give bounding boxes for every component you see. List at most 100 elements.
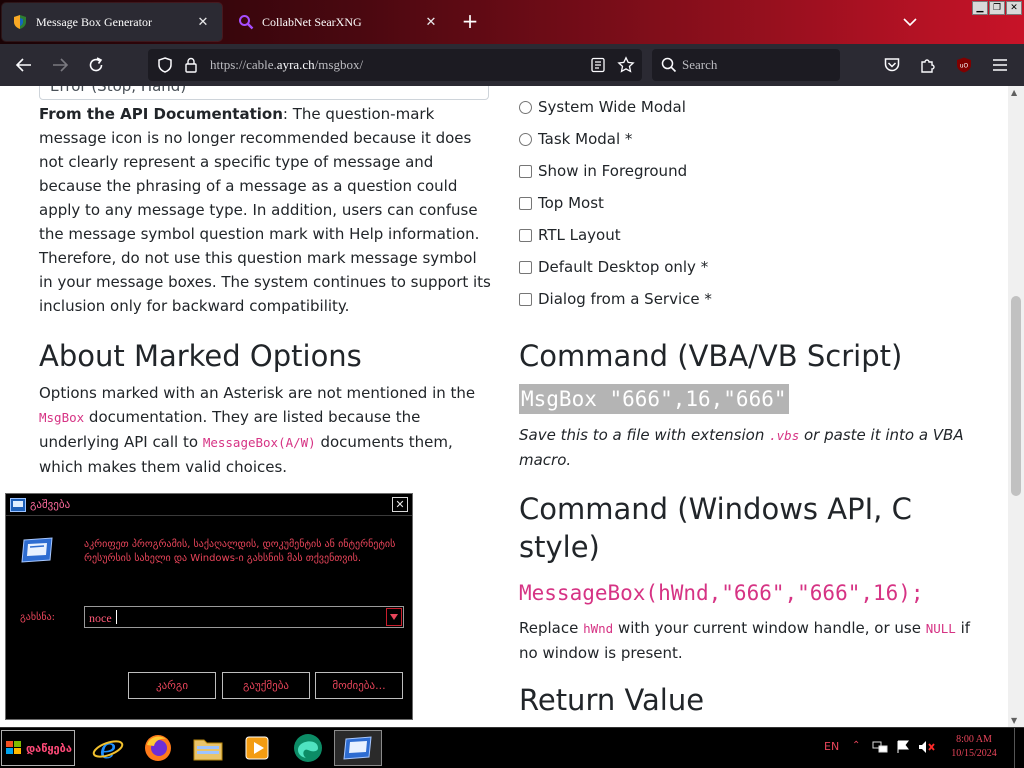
scroll-down-arrow-icon[interactable]: ▼ — [1011, 716, 1017, 725]
search-icon — [661, 57, 677, 73]
start-label: დაწყება — [26, 741, 72, 755]
app-menu-button[interactable] — [988, 53, 1012, 77]
search-favicon-icon — [239, 15, 254, 30]
vba-note: Save this to a file with extension .vbs … — [519, 423, 971, 472]
checkbox[interactable] — [519, 164, 532, 178]
tab-close-icon[interactable]: ✕ — [422, 15, 440, 30]
network-icon[interactable] — [872, 740, 888, 754]
checkbox[interactable] — [519, 196, 532, 210]
url-bar[interactable]: https://cable.ayra.ch/msgbox/ — [148, 49, 642, 81]
run-ok-button[interactable]: კარგი — [128, 672, 216, 699]
search-placeholder: Search — [682, 57, 718, 72]
taskbar-internet-explorer[interactable]: e — [84, 730, 132, 766]
option-label: Task Modal * — [538, 130, 633, 148]
api-doc-heading: From the API Documentation — [39, 105, 283, 123]
run-dialog-close-button[interactable]: ✕ — [392, 497, 408, 512]
start-button[interactable]: დაწყება — [1, 730, 75, 766]
vba-command-code[interactable]: MsgBox "666",16,"666" — [519, 384, 789, 414]
winapi-note-text-2: with your current window handle, or use — [613, 619, 926, 637]
clock-date: 10/15/2024 — [951, 748, 997, 759]
url-prefix: https://cable. — [210, 57, 277, 72]
system-clock[interactable]: 8:00 AM 10/15/2024 — [944, 733, 1004, 761]
url-text[interactable]: https://cable.ayra.ch/msgbox/ — [210, 57, 363, 73]
dropdown-arrow-icon — [390, 614, 398, 620]
restore-button[interactable]: ❐ — [989, 1, 1005, 15]
scroll-up-arrow-icon[interactable]: ▲ — [1011, 88, 1017, 97]
tray-expand-button[interactable]: ⌃ — [852, 740, 860, 751]
reader-view-icon[interactable] — [590, 57, 606, 73]
option-rtl-layout[interactable]: RTL Layout — [519, 224, 621, 246]
scrollbar-thumb[interactable] — [1011, 296, 1021, 496]
hamburger-menu-icon — [993, 59, 1007, 71]
option-label: Show in Foreground — [538, 162, 688, 180]
vbs-extension-code: .vbs — [769, 428, 800, 443]
run-browse-button[interactable]: მოძიება... — [315, 672, 403, 699]
run-command-input[interactable]: noce — [84, 606, 404, 628]
show-desktop-button[interactable] — [1014, 728, 1024, 768]
vba-command-heading: Command (VBA/VB Script) — [519, 339, 903, 373]
run-program-icon — [21, 537, 53, 563]
run-dialog-titlebar[interactable]: გაშვება ✕ — [6, 494, 412, 516]
checkbox[interactable] — [519, 260, 532, 274]
api-doc-paragraph: From the API Documentation: The question… — [39, 102, 491, 318]
run-cancel-button[interactable]: გაუქმება — [222, 672, 310, 699]
forward-button[interactable] — [48, 53, 72, 77]
taskbar-run-active[interactable] — [334, 730, 382, 766]
reload-button[interactable] — [84, 53, 108, 77]
reload-icon — [89, 57, 103, 72]
icon-select-field[interactable]: Error (Stop, Hand) — [39, 86, 489, 100]
taskbar-edge[interactable] — [284, 730, 332, 766]
tab-close-icon[interactable]: ✕ — [194, 15, 212, 30]
pocket-icon — [884, 58, 900, 72]
radio-button[interactable] — [519, 132, 532, 146]
option-default-desktop-only[interactable]: Default Desktop only * — [519, 256, 708, 278]
volume-muted-icon[interactable] — [918, 740, 936, 754]
option-system-wide-modal[interactable]: System Wide Modal — [519, 96, 686, 118]
about-marked-options-heading: About Marked Options — [39, 339, 362, 373]
close-window-button[interactable]: ✕ — [1006, 1, 1022, 15]
checkbox[interactable] — [519, 228, 532, 242]
navigation-toolbar: https://cable.ayra.ch/msgbox/ Search uO — [0, 44, 1024, 86]
url-domain: ayra.ch — [276, 57, 315, 72]
option-label: System Wide Modal — [538, 98, 686, 116]
taskbar-file-explorer[interactable] — [184, 730, 232, 766]
tab-message-box-generator[interactable]: Message Box Generator ✕ — [2, 3, 222, 41]
radio-button[interactable] — [519, 100, 532, 114]
tab-title: Message Box Generator — [36, 14, 152, 29]
run-command-value: noce — [89, 611, 112, 625]
edge-icon — [294, 734, 322, 762]
action-center-flag-icon[interactable] — [896, 740, 910, 754]
api-doc-text: : The question-mark message icon is no l… — [39, 105, 491, 315]
run-history-dropdown-button[interactable] — [386, 608, 402, 626]
search-bar[interactable]: Search — [652, 49, 840, 81]
option-label: RTL Layout — [538, 226, 621, 244]
extensions-button[interactable] — [916, 53, 940, 77]
language-indicator[interactable]: EN — [824, 740, 839, 753]
window-controls: ▁ ❐ ✕ — [972, 1, 1022, 15]
tab-collabnet-searxng[interactable]: CollabNet SearXNG ✕ — [228, 3, 450, 41]
page-scrollbar[interactable]: ▲ ▼ — [1008, 86, 1024, 727]
option-show-in-foreground[interactable]: Show in Foreground — [519, 160, 687, 182]
hwnd-code: hWnd — [583, 621, 614, 636]
option-task-modal[interactable]: Task Modal * — [519, 128, 632, 150]
pocket-button[interactable] — [880, 53, 904, 77]
checkbox[interactable] — [519, 292, 532, 306]
tab-list-chevron-icon[interactable] — [898, 11, 922, 33]
tracking-protection-shield-icon[interactable] — [156, 56, 174, 74]
bookmark-star-icon[interactable] — [617, 56, 635, 74]
back-button[interactable] — [12, 53, 36, 77]
option-dialog-from-service[interactable]: Dialog from a Service * — [519, 288, 712, 310]
taskbar-firefox[interactable] — [134, 730, 182, 766]
icon-select-value: Error (Stop, Hand) — [50, 86, 187, 95]
about-paragraph: Options marked with an Asterisk are not … — [39, 381, 491, 479]
ublock-origin-button[interactable]: uO — [952, 53, 976, 77]
svg-text:uO: uO — [960, 63, 969, 70]
taskbar: დაწყება e EN ⌃ 8:00 AM 10/15/2024 — [0, 727, 1024, 768]
lock-icon[interactable] — [184, 57, 198, 73]
option-top-most[interactable]: Top Most — [519, 192, 604, 214]
taskbar-media-player[interactable] — [234, 730, 282, 766]
ie-icon: e — [92, 733, 124, 763]
new-tab-button[interactable]: + — [458, 9, 482, 33]
winapi-command-code[interactable]: MessageBox(hWnd,"666","666",16); — [519, 578, 924, 608]
minimize-button[interactable]: ▁ — [972, 1, 988, 15]
